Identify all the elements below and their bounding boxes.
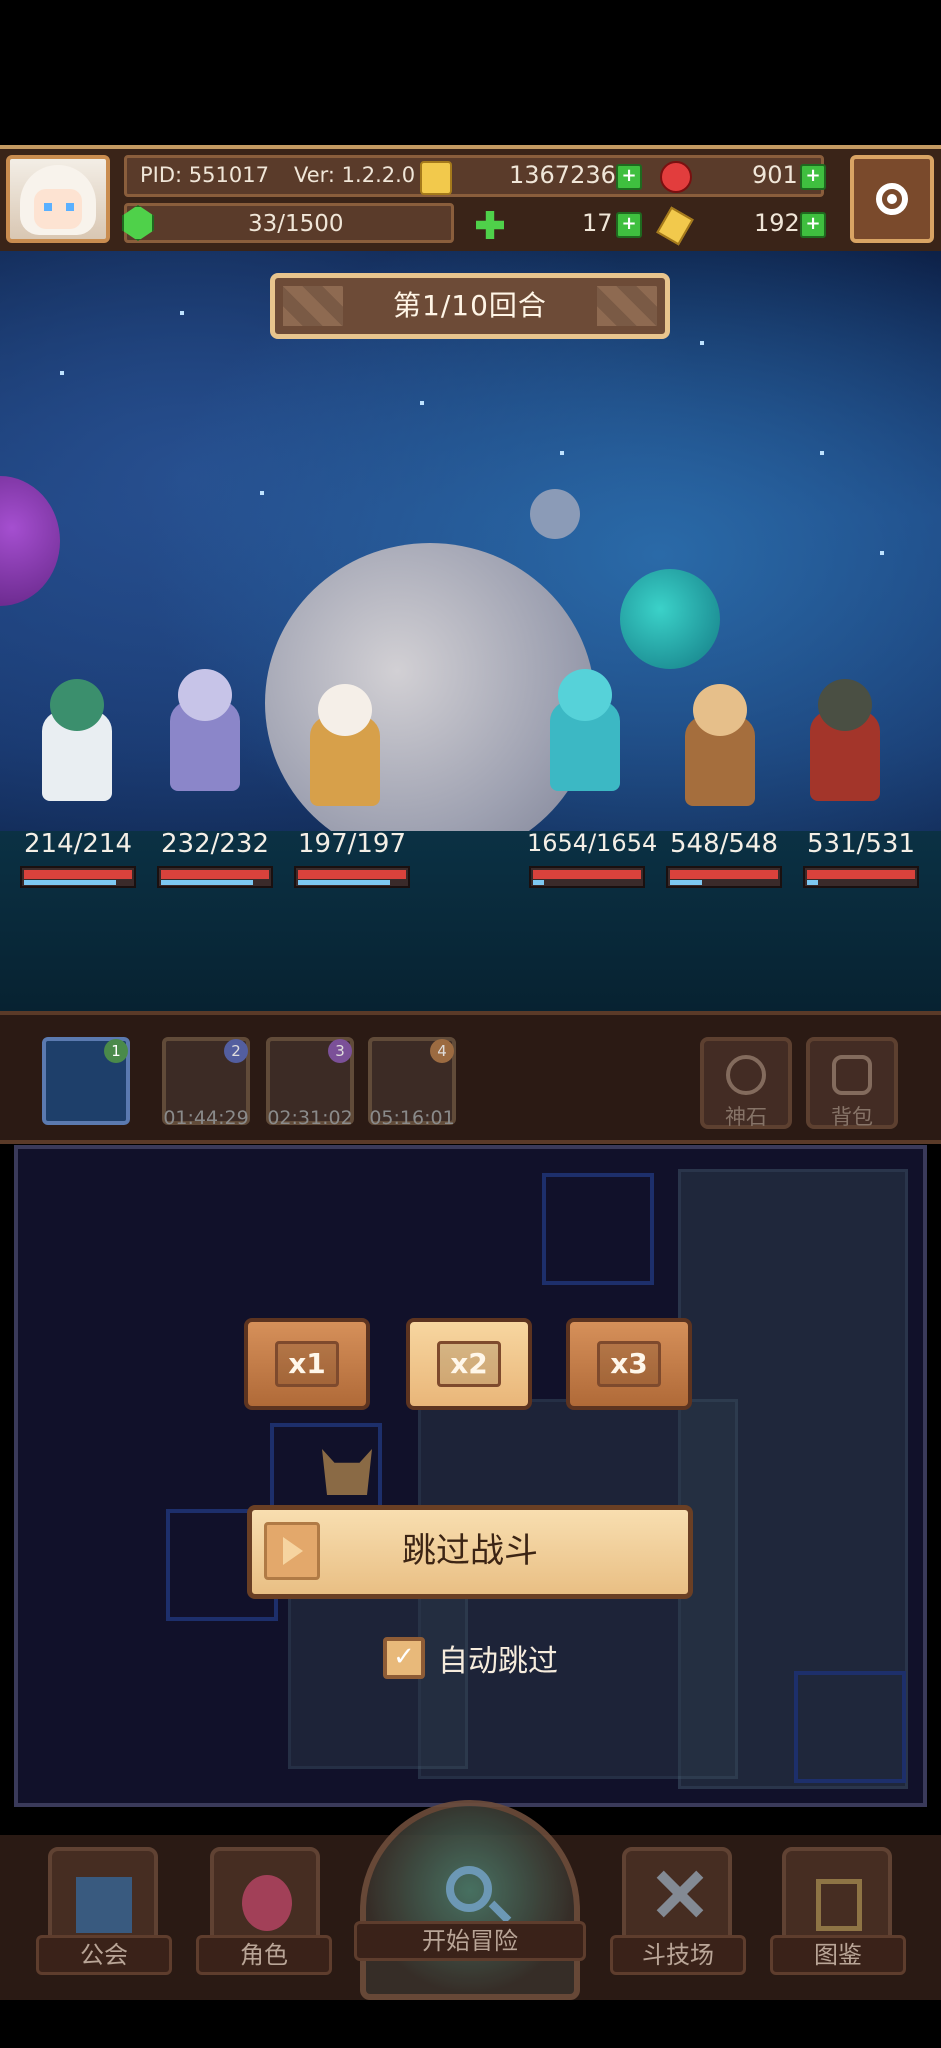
- backpack-label: 背包: [831, 1105, 873, 1129]
- slot-timer: 02:31:02: [267, 1107, 353, 1129]
- top-bar: PID: 551017 Ver: 1.2.2.0 1367236 + 901 +…: [0, 145, 941, 255]
- dungeon-map: [14, 1145, 927, 1807]
- enemy-hp-bar-3: [803, 866, 919, 888]
- nav-adventure-label[interactable]: 开始冒险: [354, 1921, 586, 1961]
- key-add-button[interactable]: +: [800, 212, 826, 238]
- enemy-hp-bar-2: [666, 866, 782, 888]
- nav-characters-label[interactable]: 角色: [196, 1935, 332, 1975]
- gray-planet: [530, 489, 580, 539]
- clover-amount: 17: [582, 209, 613, 237]
- speed-x1-button[interactable]: x1: [244, 1318, 370, 1410]
- ally-hero-1[interactable]: [22, 671, 132, 811]
- enemy-hp-text-3: 531/531: [806, 829, 915, 859]
- round-banner: 第1/10回合: [270, 273, 670, 339]
- skip-battle-label: 跳过战斗: [402, 1531, 538, 1571]
- round-label: 第1/10回合: [393, 289, 547, 322]
- nav-codex-label[interactable]: 图鉴: [770, 1935, 906, 1975]
- gold-amount: 1367236: [509, 161, 616, 189]
- player-info-panel: PID: 551017 Ver: 1.2.2.0 1367236 + 901 +…: [122, 155, 842, 246]
- ally-hp-text-3: 197/197: [297, 829, 406, 859]
- codex-book-icon: [816, 1879, 862, 1931]
- purple-planet: [0, 476, 60, 606]
- backpack-button[interactable]: 背包: [806, 1037, 898, 1129]
- magnifier-icon: [446, 1866, 492, 1912]
- enemy-hp-bar-1: [529, 866, 645, 888]
- player-avatar[interactable]: [6, 155, 110, 243]
- energy-value: 33/1500: [248, 211, 344, 237]
- god-stone-label: 神石: [725, 1105, 767, 1129]
- orb-icon: [726, 1055, 766, 1095]
- battle-scene: 第1/10回合 214/214 232/232 197/197 1654/165…: [0, 251, 941, 1011]
- gold-coin-icon: [420, 161, 452, 195]
- nav-arena-label[interactable]: 斗技场: [610, 1935, 746, 1975]
- ally-hp-text-1: 214/214: [23, 829, 132, 859]
- key-icon: [656, 206, 694, 246]
- map-tile[interactable]: [542, 1173, 654, 1285]
- speed-x3-label: x3: [597, 1341, 661, 1387]
- enemy-hero-3[interactable]: [790, 671, 900, 811]
- gold-add-button[interactable]: +: [616, 164, 642, 190]
- ally-hp-bar-2: [157, 866, 273, 888]
- enemy-hero-1[interactable]: [530, 661, 640, 801]
- clover-add-button[interactable]: +: [616, 212, 642, 238]
- ally-hp-text-2: 232/232: [160, 829, 269, 859]
- ally-hp-bar-1: [20, 866, 136, 888]
- speed-x1-label: x1: [275, 1341, 339, 1387]
- slot-timer: 01:44:29: [163, 1107, 249, 1129]
- nav-start-adventure[interactable]: [360, 1800, 580, 2000]
- god-stone-button[interactable]: 神石: [700, 1037, 792, 1129]
- battle-ground: [0, 831, 941, 1011]
- guild-building-icon: [76, 1877, 132, 1933]
- gear-icon: [876, 183, 908, 215]
- slot-timer: 05:16:01: [369, 1107, 455, 1129]
- backpack-icon: [832, 1055, 872, 1095]
- clover-icon: [476, 211, 504, 239]
- ally-hero-2[interactable]: [150, 661, 260, 801]
- gem-add-button[interactable]: +: [800, 164, 826, 190]
- enemy-hp-text-1: 1654/1654: [527, 829, 658, 857]
- pid-text: PID: 551017: [140, 163, 269, 187]
- auto-skip-checkbox[interactable]: ✓: [383, 1637, 425, 1679]
- speed-x3-button[interactable]: x3: [566, 1318, 692, 1410]
- slot-number: 3: [328, 1039, 352, 1063]
- ally-hp-bar-3: [294, 866, 410, 888]
- enemy-hero-2[interactable]: [665, 676, 775, 816]
- slot-number: 1: [104, 1039, 128, 1063]
- ally-hero-3[interactable]: [290, 676, 400, 816]
- ruby-gem-icon: [660, 161, 692, 193]
- version-text: Ver: 1.2.2.0: [294, 163, 416, 187]
- slot-strip: 1 2 01:44:29 3 02:31:02 4 05:16:01 神石 背包: [0, 1011, 941, 1144]
- nav-guild-label[interactable]: 公会: [36, 1935, 172, 1975]
- skip-battle-button[interactable]: 跳过战斗: [247, 1505, 693, 1599]
- teal-planet: [620, 569, 720, 669]
- enemy-hp-text-2: 548/548: [669, 829, 778, 859]
- character-icon: [242, 1875, 292, 1931]
- auto-skip-label: 自动跳过: [438, 1644, 558, 1679]
- play-arrow-icon: [264, 1522, 320, 1580]
- slot-number: 4: [430, 1039, 454, 1063]
- slot-number: 2: [224, 1039, 248, 1063]
- map-tile[interactable]: [794, 1671, 906, 1783]
- key-amount: 192: [754, 209, 800, 237]
- speed-x2-label: x2: [437, 1341, 501, 1387]
- settings-button[interactable]: [850, 155, 934, 243]
- speed-x2-button[interactable]: x2: [406, 1318, 532, 1410]
- gem-amount: 901: [752, 161, 798, 189]
- slot-1[interactable]: 1: [42, 1037, 130, 1125]
